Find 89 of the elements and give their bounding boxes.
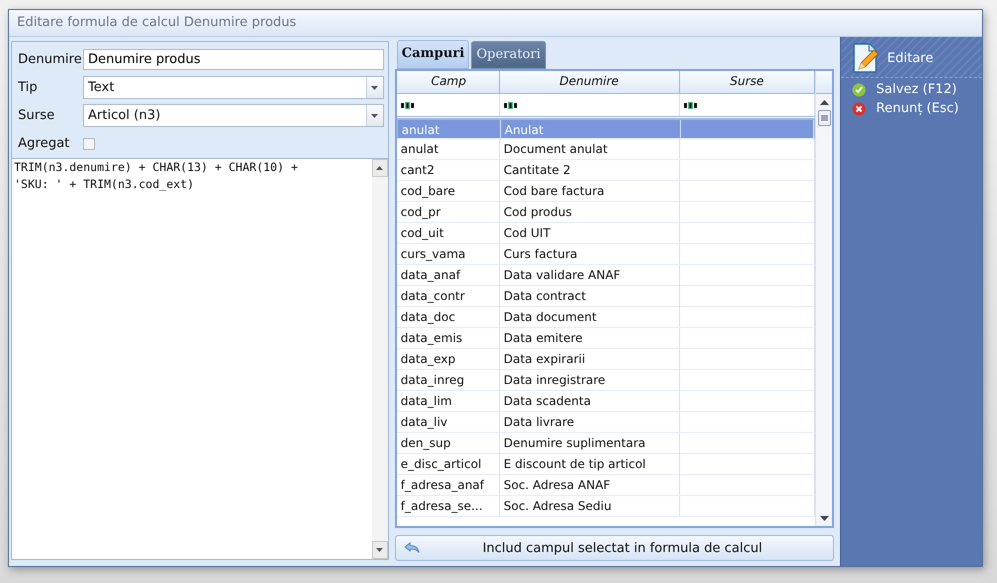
tab[interactable]: Campuri: [396, 40, 470, 69]
table-cell: data_lim: [396, 391, 500, 411]
name-field[interactable]: Denumire produs: [83, 49, 384, 70]
table-cell: cant2: [396, 160, 500, 180]
table-cell: Cantitate 2: [500, 160, 680, 180]
down-arrow-icon: [376, 548, 384, 552]
scroll-up-button[interactable]: [372, 159, 388, 177]
table-row[interactable]: data_lim Data scadenta: [396, 391, 816, 412]
table-cell: Data expirarii: [500, 349, 680, 369]
up-arrow-icon: [820, 100, 829, 104]
field-label: Surse: [18, 108, 56, 123]
table-row[interactable]: curs_vama Curs factura: [396, 244, 816, 265]
table-cell: Cod produs: [500, 202, 680, 222]
table-cell: Curs factura: [500, 244, 680, 264]
table-row[interactable]: data_anaf Data validare ANAF: [396, 265, 816, 286]
table-cell: Data validare ANAF: [500, 265, 680, 285]
table-cell: Document anulat: [500, 139, 680, 159]
table-row[interactable]: data_emis Data emitere: [396, 328, 816, 349]
dropdown-field[interactable]: Articol (n3): [83, 104, 384, 127]
table-row[interactable]: f_adresa_se... Soc. Adresa Sediu: [396, 496, 816, 517]
table-cell: Data document: [500, 307, 680, 327]
sidebar-action[interactable]: Salvez (F12): [841, 78, 982, 97]
table-cell: Cod UIT: [500, 223, 680, 243]
down-arrow-icon: [820, 516, 829, 520]
table-cell: Denumire suplimentara: [500, 433, 680, 453]
table-cell: curs_vama: [396, 244, 500, 264]
table-row[interactable]: cant2 Cantitate 2: [396, 160, 816, 181]
table-cell: data_contr: [396, 286, 500, 306]
table-row[interactable]: f_adresa_anaf Soc. Adresa ANAF: [396, 475, 816, 496]
table-cell: Data contract: [500, 286, 680, 306]
back-arrow-icon: [404, 542, 420, 554]
field-label: Tip: [18, 80, 38, 95]
table-cell: cod_uit: [396, 223, 500, 243]
table-cell: data_doc: [396, 307, 500, 327]
table-cell: Data inregistrare: [500, 370, 680, 390]
table-cell: den_sup: [396, 433, 500, 453]
field-label: Agregat: [18, 136, 71, 151]
table-cell: Anulat: [500, 120, 681, 140]
table-row[interactable]: data_doc Data document: [396, 307, 816, 328]
sidebar-action[interactable]: Renunț (Esc): [841, 97, 982, 116]
table-row[interactable]: cod_uit Cod UIT: [396, 223, 816, 244]
tab[interactable]: Operatori: [471, 41, 546, 69]
checkbox[interactable]: [83, 138, 95, 150]
table-cell: e_disc_articol: [396, 454, 500, 474]
dropdown-arrow-icon: [371, 114, 378, 118]
table-cell: Data emitere: [500, 328, 680, 348]
table-cell: Cod bare factura: [500, 181, 680, 201]
table-cell: Data scadenta: [500, 391, 680, 411]
table-row[interactable]: cod_bare Cod bare factura: [396, 181, 816, 202]
table-cell: E discount de tip articol: [500, 454, 680, 474]
table-cell: anulat: [396, 139, 500, 159]
table-row[interactable]: data_exp Data expirarii: [396, 349, 816, 370]
text-filter-icon[interactable]: [400, 102, 415, 108]
table-cell: Soc. Adresa Sediu: [500, 496, 680, 516]
include-field-button[interactable]: Includ campul selectat in formula de calcul: [394, 535, 834, 561]
up-arrow-icon: [376, 166, 384, 170]
table-cell: f_adresa_anaf: [396, 475, 500, 495]
text-filter-icon[interactable]: [684, 102, 698, 108]
table-row[interactable]: e_disc_articol E discount de tip articol: [396, 454, 816, 475]
table-cell: Soc. Adresa ANAF: [500, 475, 680, 495]
table-cell: f_adresa_se...: [396, 496, 500, 516]
scroll-down-button[interactable]: [372, 541, 388, 559]
table-cell: data_emis: [396, 328, 500, 348]
table-cell: anulat: [398, 120, 501, 140]
text-filter-icon[interactable]: [504, 102, 518, 108]
scrollbar-thumb[interactable]: [818, 110, 831, 126]
table-row[interactable]: den_sup Denumire suplimentara: [396, 433, 816, 454]
table-cell: data_liv: [396, 412, 500, 432]
table-row[interactable]: data_inreg Data inregistrare: [396, 370, 816, 391]
table-row[interactable]: data_contr Data contract: [396, 286, 816, 307]
close-icon: [852, 102, 866, 116]
window-title: Editare formula de calcul Denumire produs: [9, 10, 982, 37]
table-cell: Data livrare: [500, 412, 680, 432]
table-row[interactable]: data_liv Data livrare: [396, 412, 816, 433]
field-label: Denumire: [18, 52, 83, 67]
column-header[interactable]: Camp: [396, 71, 500, 93]
table-cell: data_anaf: [396, 265, 500, 285]
table-row[interactable]: cod_pr Cod produs: [396, 202, 816, 223]
table-cell: data_exp: [396, 349, 500, 369]
table-cell: cod_bare: [396, 181, 500, 201]
table-cell: data_inreg: [396, 370, 500, 390]
table-row[interactable]: anulat Document anulat: [396, 139, 816, 160]
dropdown-field[interactable]: Text: [83, 76, 384, 99]
dropdown-arrow-icon: [371, 86, 378, 90]
sidebar-title: Editare: [887, 50, 934, 66]
table-cell: cod_pr: [396, 202, 500, 222]
edit-document-icon: [853, 43, 882, 73]
check-icon: [852, 82, 866, 96]
column-header[interactable]: Denumire: [500, 71, 680, 93]
